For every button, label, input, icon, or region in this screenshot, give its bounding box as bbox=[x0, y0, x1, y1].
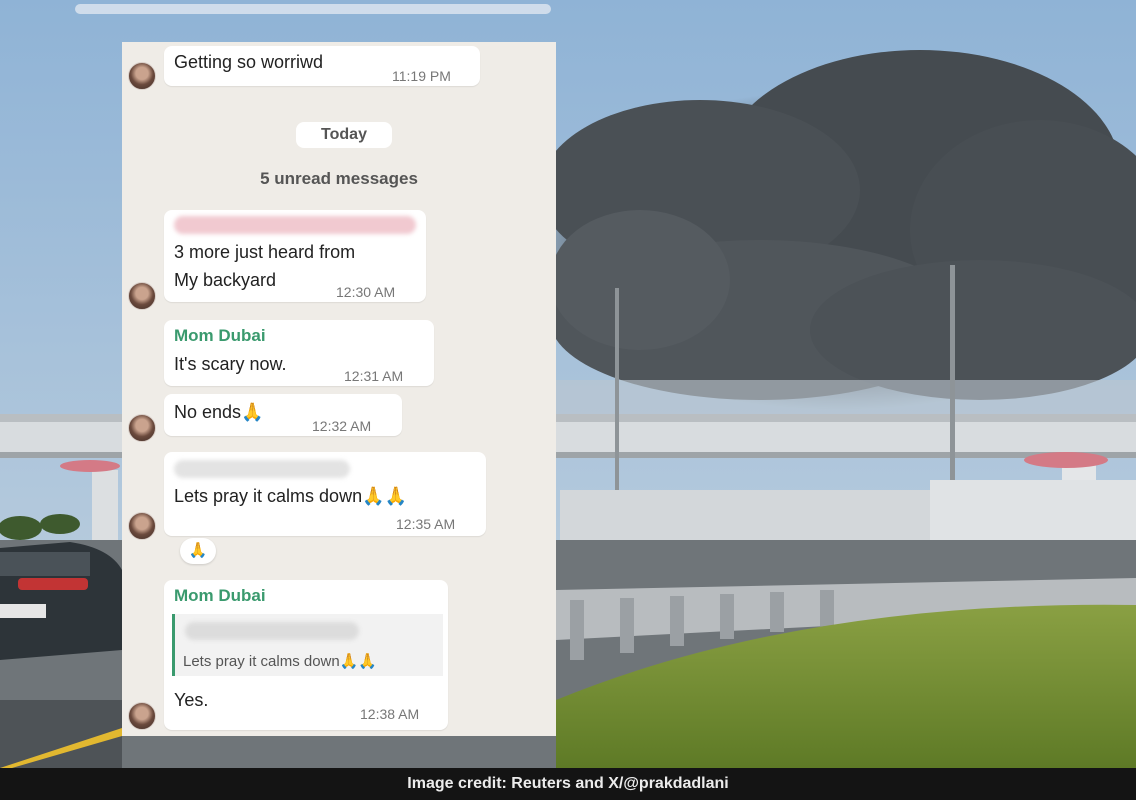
sender-name: Mom Dubai bbox=[174, 326, 266, 345]
message-text: Yes. bbox=[174, 690, 209, 710]
message-time: 12:30 AM bbox=[336, 284, 396, 300]
redacted-name bbox=[174, 460, 350, 478]
message-bubble: Lets pray it calms down🙏🙏 12:35 AM bbox=[164, 452, 486, 536]
date-divider: Today bbox=[296, 122, 392, 148]
quoted-text: Lets pray it calms down🙏🙏 bbox=[183, 653, 378, 670]
message-time: 12:31 AM bbox=[344, 368, 404, 384]
message-bubble: Mom Dubai It's scary now. 12:31 AM bbox=[164, 320, 434, 386]
message-time: 11:19 PM bbox=[392, 68, 451, 84]
sender-name: Mom Dubai bbox=[174, 586, 266, 605]
message-text: No ends🙏 bbox=[174, 402, 264, 422]
car bbox=[0, 542, 122, 660]
unread-messages-label: 5 unread messages bbox=[260, 169, 418, 188]
message-text: My backyard bbox=[174, 270, 277, 290]
image-credit: Image credit: Reuters and X/@prakdadlani bbox=[407, 775, 729, 792]
status-bar-fragment bbox=[75, 4, 551, 14]
message-bubble: 3 more just heard from My backyard 12:30… bbox=[164, 210, 426, 302]
message-time: 12:38 AM bbox=[360, 706, 420, 722]
avatar bbox=[128, 512, 156, 540]
message-text: Lets pray it calms down🙏🙏 bbox=[174, 486, 407, 506]
message-text: 3 more just heard from bbox=[174, 242, 356, 262]
quoted-message[interactable]: Lets pray it calms down🙏🙏 bbox=[172, 614, 443, 676]
message-text: Getting so worriwd bbox=[174, 52, 324, 72]
message-time: 12:35 AM bbox=[396, 516, 456, 532]
avatar bbox=[128, 414, 156, 442]
reaction-badge[interactable]: 🙏 bbox=[180, 538, 216, 564]
credit-bar: Image credit: Reuters and X/@prakdadlani bbox=[0, 768, 1136, 800]
redacted-name bbox=[174, 216, 416, 234]
message-bubble: No ends🙏 12:32 AM bbox=[164, 394, 402, 436]
message-bubble: Getting so worriwd 11:19 PM bbox=[164, 46, 480, 86]
avatar bbox=[128, 62, 156, 90]
avatar bbox=[128, 702, 156, 730]
message-time: 12:32 AM bbox=[312, 418, 372, 434]
redacted-name bbox=[185, 622, 359, 640]
message-bubble: Mom Dubai Lets pray it calms down🙏🙏 Yes.… bbox=[164, 580, 448, 730]
chat-screenshot: Getting so worriwd 11:19 PM Today 5 unre… bbox=[122, 42, 556, 736]
avatar bbox=[128, 282, 156, 310]
message-text: It's scary now. bbox=[174, 354, 287, 374]
